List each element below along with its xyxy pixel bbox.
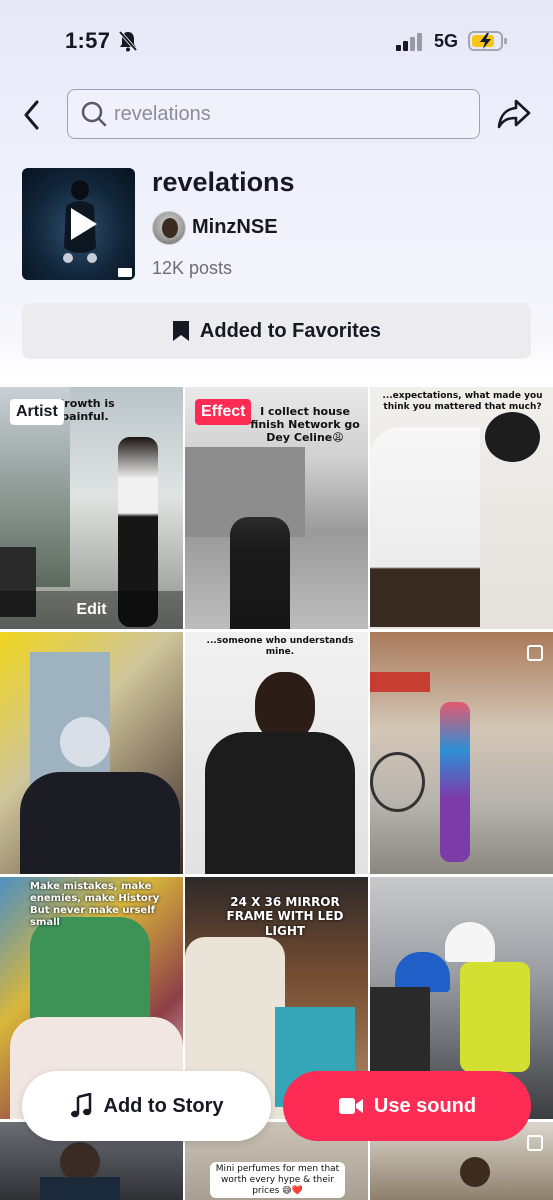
status-bar: 1:57 5G — [0, 0, 553, 80]
bell-slash-icon — [118, 30, 138, 52]
video-caption: ...expectations, what made you think you… — [382, 391, 543, 412]
artist-badge: Artist — [10, 399, 64, 425]
post-count: 12K posts — [152, 258, 233, 278]
sound-cover[interactable] — [22, 168, 135, 280]
status-time: 1:57 — [65, 28, 111, 53]
network-type: 5G — [434, 31, 459, 51]
artist-name[interactable]: MinzNSE — [192, 216, 278, 239]
favorites-label: Added to Favorites — [199, 319, 382, 342]
signal-icon — [396, 33, 422, 51]
video-caption: Make mistakes, make enemies, make Histor… — [30, 881, 160, 928]
avatar[interactable] — [152, 211, 186, 245]
back-arrow-icon[interactable] — [20, 98, 44, 132]
share-icon[interactable] — [496, 97, 532, 131]
video-tile[interactable]: ...expectations, what made you think you… — [370, 387, 553, 629]
video-tile[interactable]: ...someone who understands mine. — [185, 632, 368, 874]
edit-button[interactable]: Edit — [0, 591, 183, 629]
parental-advisory-label — [118, 268, 132, 277]
multi-photo-icon — [527, 1135, 543, 1151]
music-note-icon — [70, 1093, 91, 1118]
video-tile[interactable] — [0, 632, 183, 874]
effect-badge: Effect — [195, 399, 252, 425]
video-tile[interactable] — [370, 632, 553, 874]
search-input[interactable] — [114, 102, 454, 126]
video-caption: ...someone who understands mine. — [206, 636, 354, 657]
multi-photo-icon — [527, 645, 543, 661]
video-caption: I collect house finish Network go Dey Ce… — [250, 405, 360, 445]
use-sound-label: Use sound — [373, 1094, 477, 1117]
use-sound-button[interactable]: Use sound — [283, 1071, 531, 1141]
search-bar[interactable] — [67, 89, 480, 139]
video-caption: Mini perfumes for men that worth every h… — [210, 1162, 345, 1199]
video-camera-icon — [338, 1098, 363, 1114]
search-icon — [81, 101, 107, 127]
favorites-button[interactable]: Added to Favorites — [22, 303, 531, 359]
battery-charging-icon — [468, 31, 507, 51]
sound-title: revelations — [152, 167, 295, 197]
bookmark-icon — [172, 321, 189, 341]
add-to-story-button[interactable]: Add to Story — [22, 1071, 271, 1141]
play-icon[interactable] — [65, 206, 101, 242]
add-to-story-label: Add to Story — [103, 1094, 224, 1117]
video-caption: 24 X 36 MIRROR FRAME WITH LED LIGHT — [226, 895, 344, 938]
